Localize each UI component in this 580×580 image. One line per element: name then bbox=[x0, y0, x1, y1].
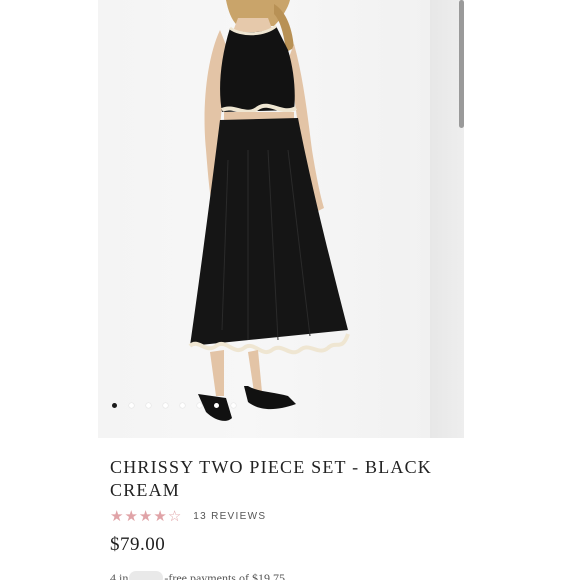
product-image-gallery[interactable] bbox=[98, 0, 464, 438]
product-rating[interactable]: ★ ★ ★ ★ ☆ 13 REVIEWS bbox=[110, 507, 266, 525]
gallery-dot[interactable] bbox=[214, 402, 219, 408]
star-filled-icon: ★ bbox=[153, 507, 167, 525]
model-illustration bbox=[188, 0, 350, 421]
star-empty-icon: ☆ bbox=[167, 507, 182, 525]
star-filled-icon: ★ bbox=[110, 507, 124, 525]
star-filled-icon: ★ bbox=[124, 507, 138, 525]
product-price: $79.00 bbox=[110, 534, 166, 555]
obscured-text bbox=[129, 571, 164, 580]
gallery-dot[interactable] bbox=[112, 402, 117, 408]
installment-info: 4 in -free payments of $19.75 bbox=[110, 571, 285, 580]
gallery-dot[interactable] bbox=[129, 402, 134, 408]
product-photo[interactable] bbox=[98, 0, 430, 438]
gallery-dot[interactable] bbox=[231, 402, 236, 408]
product-title: CHRISSY TWO PIECE SET - BLACK CREAM bbox=[110, 457, 432, 500]
installments-prefix: 4 in bbox=[110, 571, 129, 580]
gallery-dot[interactable] bbox=[163, 402, 168, 408]
installments-suffix: -free payments of $19.75 bbox=[164, 571, 285, 580]
star-filled-icon: ★ bbox=[138, 507, 153, 525]
product-page: CHRISSY TWO PIECE SET - BLACK CREAM ★ ★ ★ ★… bbox=[98, 0, 464, 580]
gallery-pagination bbox=[112, 400, 236, 410]
gallery-dot[interactable] bbox=[146, 402, 151, 408]
rating-stars: ★ ★ ★ ★ ☆ bbox=[110, 507, 181, 525]
gallery-dot[interactable] bbox=[180, 402, 185, 408]
gallery-dot[interactable] bbox=[197, 402, 202, 408]
scrollbar[interactable] bbox=[459, 0, 464, 128]
reviews-link[interactable]: 13 REVIEWS bbox=[193, 511, 266, 522]
